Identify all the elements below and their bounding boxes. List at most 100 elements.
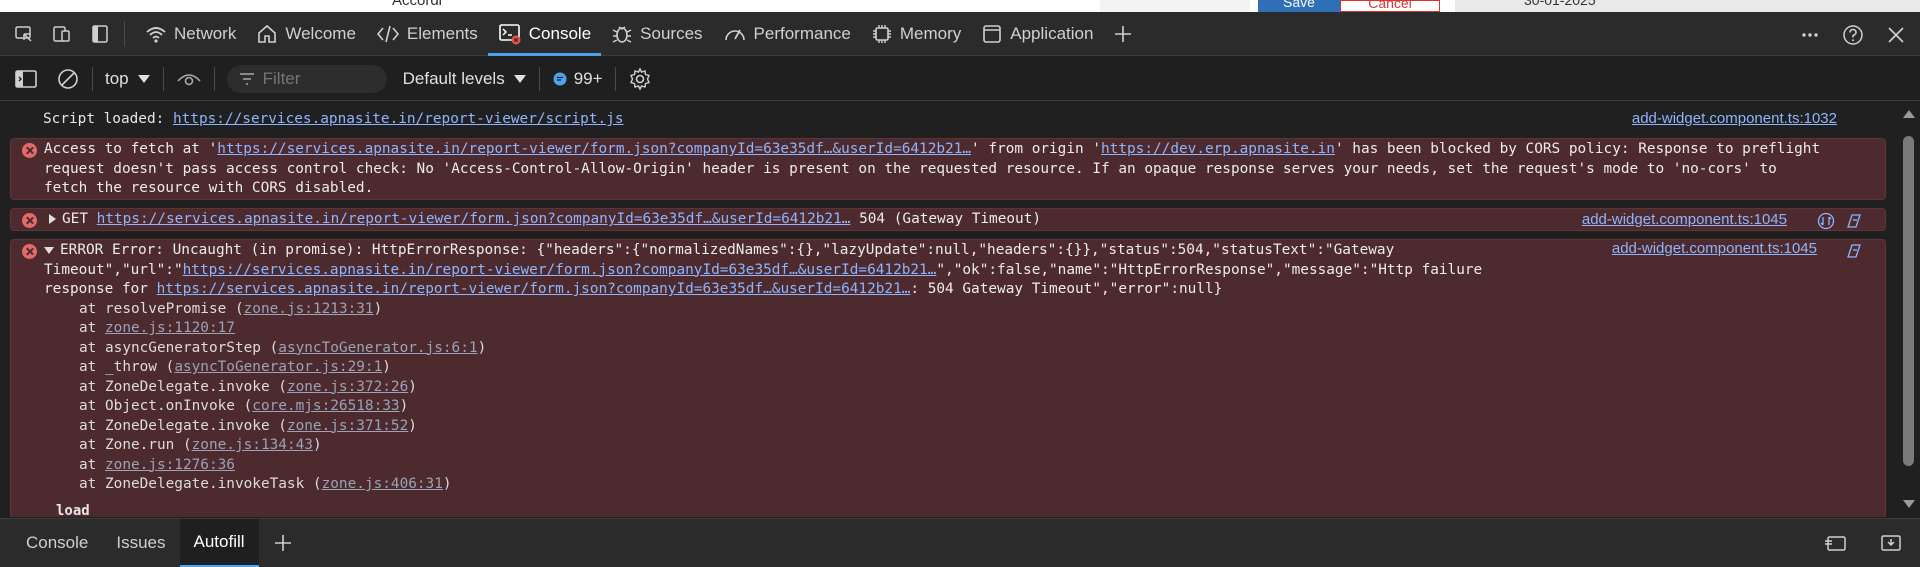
tab-label: Network <box>174 23 237 43</box>
show-sidebar-icon[interactable] <box>14 68 38 90</box>
toolbar-separator <box>538 66 540 91</box>
scroll-down-arrow-icon[interactable] <box>1903 500 1915 508</box>
toolbar-separator <box>614 66 616 91</box>
filter-field[interactable] <box>226 64 387 93</box>
origin-link[interactable]: https://dev.erp.apnasite.in <box>1101 141 1335 157</box>
frame-location-link[interactable]: asyncToGenerator.js:6:1 <box>278 340 477 356</box>
drawer-tab-console[interactable]: Console <box>12 519 102 567</box>
close-icon[interactable] <box>1886 25 1906 45</box>
toolbar-separator <box>92 66 93 91</box>
tab-label: Console <box>528 23 592 43</box>
cors-url-link[interactable]: https://services.apnasite.in/report-view… <box>217 141 971 157</box>
stack-frame: at Object.onInvoke (core.mjs:26518:33) <box>11 397 1885 417</box>
expand-arrow-icon[interactable] <box>49 214 56 224</box>
error-url-link-1[interactable]: https://services.apnasite.in/report-view… <box>183 262 937 278</box>
tabbar-separator <box>124 20 125 47</box>
console-message-get-error[interactable]: GET https://services.apnasite.in/report-… <box>10 208 1886 231</box>
frame-location-link[interactable]: zone.js:1276:36 <box>105 457 235 473</box>
stack-frame: at ZoneDelegate.invokeTask (zone.js:406:… <box>11 475 1885 495</box>
code-brackets-icon <box>376 25 399 42</box>
source-link[interactable]: add-widget.component.ts:1045 <box>1582 210 1787 230</box>
frame-fn: at ZoneDelegate.invokeTask ( <box>79 476 322 492</box>
frame-location-link[interactable]: zone.js:1213:31 <box>244 301 374 317</box>
drawer-tab-autofill[interactable]: Autofill <box>179 519 259 567</box>
frame-fn: at <box>79 320 105 336</box>
scrollbar-thumb[interactable] <box>1903 136 1914 466</box>
frame-location-link[interactable]: zone.js:134:43 <box>192 437 313 453</box>
network-request-icon[interactable] <box>1817 212 1835 230</box>
drawer-tab-issues[interactable]: Issues <box>102 519 179 567</box>
stack-frame: at asyncGeneratorStep (asyncToGenerator.… <box>11 339 1885 359</box>
window-icon <box>983 24 1002 43</box>
info-url-link[interactable]: https://services.apnasite.in/report-view… <box>173 111 624 127</box>
get-url-link[interactable]: https://services.apnasite.in/report-view… <box>97 211 851 227</box>
toggle-sidebar-icon[interactable] <box>86 20 114 48</box>
copilot-explain-icon[interactable] <box>1845 212 1863 230</box>
frame-location-link[interactable]: zone.js:406:31 <box>322 476 443 492</box>
console-scrollbar[interactable] <box>1897 102 1920 517</box>
dock-drawer-icon[interactable] <box>1880 533 1902 553</box>
filter-icon <box>239 72 254 85</box>
frame-end: ) <box>399 398 409 414</box>
cors-text-2: ' from origin ' <box>971 141 1102 157</box>
console-output: Script loaded: https://services.apnasite… <box>0 102 1897 517</box>
message-count-badge[interactable]: 99+ <box>552 69 603 89</box>
console-message-info: Script loaded: https://services.apnasite… <box>0 108 1897 130</box>
quick-view-icon[interactable] <box>1824 533 1848 553</box>
stack-trace: at resolvePromise (zone.js:1213:31) at z… <box>11 300 1885 495</box>
tab-label: Performance <box>753 23 851 43</box>
wifi-icon <box>146 26 166 43</box>
clear-console-icon[interactable] <box>56 67 80 91</box>
frame-location-link[interactable]: core.mjs:26518:33 <box>252 398 399 414</box>
log-levels-dropdown[interactable]: Default levels <box>403 69 527 89</box>
error-url-link-2[interactable]: https://services.apnasite.in/report-view… <box>157 281 911 297</box>
frame-end: ) <box>408 417 417 434</box>
tab-application[interactable]: Application <box>971 12 1103 56</box>
error-icon <box>22 143 37 158</box>
source-link[interactable]: add-widget.component.ts:1045 <box>1612 239 1817 259</box>
frame-location-link[interactable]: zone.js:371:52 <box>287 418 408 434</box>
tab-performance[interactable]: Performance <box>713 12 861 56</box>
device-emulation-icon[interactable] <box>48 20 76 48</box>
tab-network[interactable]: Network <box>135 12 246 56</box>
frame-location-link[interactable]: asyncToGenerator.js:29:1 <box>174 359 382 375</box>
source-link[interactable]: add-widget.component.ts:1032 <box>1632 108 1837 130</box>
plus-icon <box>1115 25 1132 42</box>
help-icon[interactable] <box>1842 24 1864 46</box>
frame-end: ) <box>382 359 391 375</box>
page-save-button[interactable]: Save <box>1258 0 1340 12</box>
frame-end: ) <box>408 378 417 395</box>
context-value: top <box>105 68 129 88</box>
tab-console[interactable]: Console <box>487 12 602 56</box>
page-text-fragment: Accordi <box>392 0 443 9</box>
tab-welcome[interactable]: Welcome <box>246 12 366 56</box>
settings-gear-icon[interactable] <box>628 66 652 91</box>
stack-frame: at ZoneDelegate.invoke (zone.js:372:26) <box>11 378 1885 398</box>
more-options-icon[interactable] <box>1800 25 1820 45</box>
tab-sources[interactable]: Sources <box>601 12 712 56</box>
drawer-tab-label: Autofill <box>193 532 245 551</box>
get-status: 504 (Gateway Timeout) <box>850 211 1042 227</box>
page-cancel-button[interactable]: Cancel <box>1340 0 1440 12</box>
scroll-up-arrow-icon[interactable] <box>1903 110 1915 118</box>
live-expression-eye-icon[interactable] <box>176 69 202 89</box>
tab-label: Memory <box>899 23 962 43</box>
frame-fn: at ZoneDelegate.invoke ( <box>79 378 287 395</box>
inspect-element-icon[interactable] <box>10 20 38 48</box>
filter-input[interactable] <box>262 68 373 89</box>
console-message-uncaught-error: ERROR Error: Uncaught (in promise): Http… <box>10 239 1886 517</box>
frame-location-link[interactable]: zone.js:1120:17 <box>105 320 235 336</box>
drawer-right-controls <box>1824 533 1902 553</box>
tab-elements[interactable]: Elements <box>366 12 488 56</box>
frame-fn: at Zone.run ( <box>79 437 192 453</box>
add-tab-button[interactable] <box>1103 12 1150 56</box>
tab-memory[interactable]: Memory <box>861 12 971 56</box>
stack-frame: at zone.js:1120:17 <box>11 319 1885 339</box>
context-selector[interactable]: top <box>105 69 151 89</box>
frame-location-link[interactable]: zone.js:372:26 <box>287 379 408 395</box>
copilot-explain-icon[interactable] <box>1845 242 1863 260</box>
error-icon <box>22 213 37 228</box>
message-count: 99+ <box>573 68 603 88</box>
drawer-add-tab-button[interactable] <box>259 519 307 567</box>
collapse-arrow-icon[interactable] <box>44 246 54 254</box>
